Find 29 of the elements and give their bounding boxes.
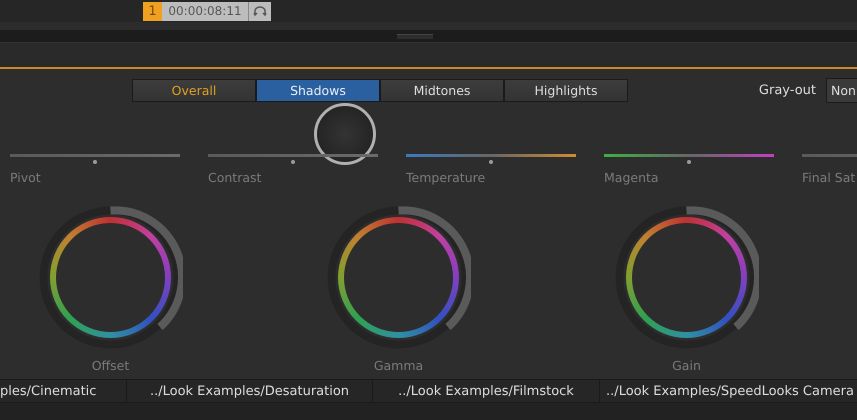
clip-number: 1 <box>143 2 162 20</box>
slider-knob[interactable] <box>489 160 493 164</box>
tab[interactable]: Midtones <box>380 79 504 102</box>
loop-icon[interactable] <box>253 5 267 17</box>
resize-handle[interactable] <box>396 34 432 38</box>
timecode: 00:00:08:11 <box>162 2 248 20</box>
look-preset[interactable]: ../Look Examples/SpeedLooks Camera <box>600 380 857 402</box>
wheel-label: Gain <box>672 358 701 373</box>
color-wheel[interactable] <box>614 205 759 350</box>
color-wheel[interactable] <box>326 205 471 350</box>
mode-dropdown[interactable]: Non <box>826 78 857 103</box>
tab[interactable]: Highlights <box>504 79 628 102</box>
tab[interactable]: Overall <box>132 79 256 102</box>
slider-knob[interactable] <box>93 160 97 164</box>
mode-label: Gray-out <box>758 83 816 98</box>
slider-knob[interactable] <box>687 160 691 164</box>
slider-knob[interactable] <box>291 160 295 164</box>
wheel-label: Gamma <box>374 358 424 373</box>
slider-label: Temperature <box>406 170 486 185</box>
slider-label: Final Sat <box>802 170 856 185</box>
slider-label: Contrast <box>208 170 262 185</box>
color-wheel[interactable] <box>38 205 183 350</box>
wheel-label: Offset <box>92 358 130 373</box>
look-preset[interactable]: ../Look Examples/Filmstock <box>373 380 600 402</box>
look-preset[interactable]: ../Look Examples/Desaturation <box>127 380 373 402</box>
slider-label: Pivot <box>10 170 42 185</box>
slider-label: Magenta <box>604 170 660 185</box>
tab[interactable]: Shadows <box>256 79 380 102</box>
look-preset[interactable]: ples/Cinematic <box>0 380 127 402</box>
